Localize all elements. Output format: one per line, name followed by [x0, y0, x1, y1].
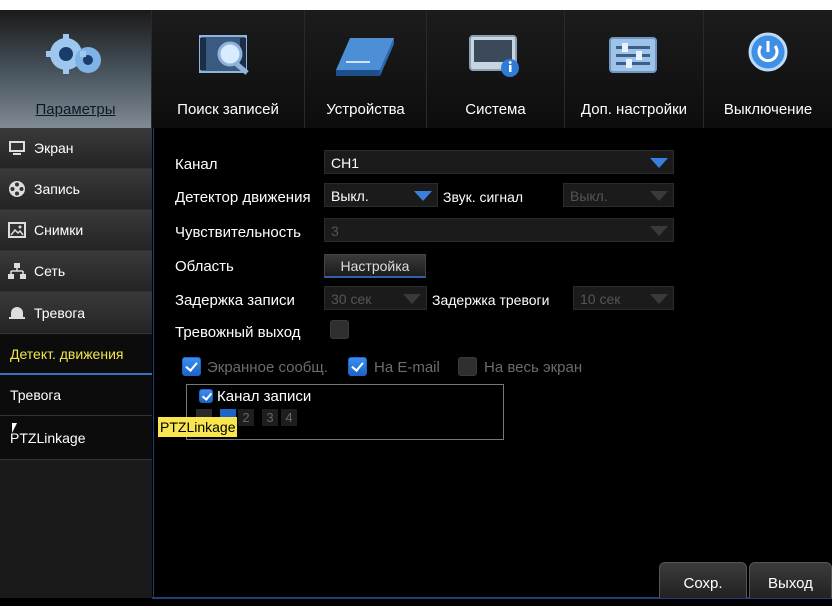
top-navigation: Параметры Поиск записей Устройства Систе… — [0, 0, 832, 128]
alarm-output-label: Тревожный выход — [175, 324, 301, 341]
sidebar-subitem-alarm[interactable]: Тревога — [0, 375, 152, 416]
sidebar-subitem-label: Тревога — [10, 387, 61, 403]
buzzer-value: Выкл. — [570, 188, 608, 204]
exit-button[interactable]: Выход — [749, 562, 832, 598]
save-button[interactable]: Сохр. — [659, 562, 747, 598]
hdd-icon — [335, 38, 394, 76]
tab-label: Выключение — [723, 101, 813, 118]
tab-label: Поиск записей — [177, 101, 279, 118]
snapshot-icon — [8, 222, 26, 238]
sensitivity-value: 3 — [331, 223, 339, 239]
sidebar-item-record[interactable]: Запись — [0, 169, 152, 210]
tab-parameters[interactable]: Параметры — [0, 10, 152, 128]
advanced-settings-icon — [609, 37, 657, 73]
motion-detect-select[interactable]: Выкл. — [324, 183, 438, 207]
tab-shutdown[interactable]: Выключение — [704, 10, 832, 128]
tooltip: PTZLinkage — [158, 417, 238, 437]
sensitivity-label: Чувствительность — [175, 224, 301, 241]
screen-message-label: Экранное сообщ. — [207, 359, 328, 376]
chevron-down-icon — [650, 158, 668, 168]
record-delay-label: Задержка записи — [175, 292, 295, 309]
screen-message-checkbox[interactable] — [182, 357, 201, 376]
email-label: На E-mail — [374, 359, 440, 376]
system-info-icon — [468, 35, 519, 77]
sidebar-empty-area — [0, 460, 152, 598]
fullscreen-label: На весь экран — [484, 359, 583, 376]
sensitivity-select[interactable]: 3 — [324, 218, 674, 242]
power-icon — [748, 32, 788, 72]
sidebar-item-label: Экран — [34, 140, 74, 156]
tab-label: Устройства — [326, 101, 405, 118]
tab-label: Параметры — [35, 101, 116, 118]
record-delay-select[interactable]: 30 сек — [324, 286, 427, 310]
record-channel-checkbox[interactable] — [199, 389, 213, 403]
sidebar-item-label: Снимки — [34, 222, 84, 238]
buzzer-label: Звук. сигнал — [443, 189, 524, 205]
channel-select[interactable]: CH1 — [324, 150, 674, 174]
record-channel-label: Канал записи — [217, 388, 312, 405]
sidebar-item-alarm[interactable]: Тревога — [0, 292, 152, 334]
sidebar-item-screen[interactable]: Экран — [0, 128, 152, 169]
gears-icon — [45, 34, 101, 74]
tab-search-records[interactable]: Поиск записей — [152, 10, 305, 128]
sidebar-subitem-motion-detect[interactable]: Детект. движения — [0, 335, 152, 374]
mouse-cursor — [12, 423, 17, 433]
film-reel-icon — [9, 181, 25, 197]
channel-4-toggle[interactable]: 4 — [281, 409, 297, 426]
chevron-down-icon — [414, 191, 432, 201]
chevron-down-icon — [650, 294, 668, 304]
record-delay-value: 30 сек — [331, 291, 372, 307]
alarm-bell-icon — [9, 306, 25, 319]
channel-value: CH1 — [331, 155, 360, 171]
chevron-down-icon — [650, 191, 668, 201]
sidebar-item-network[interactable]: Сеть — [0, 251, 152, 292]
search-records-icon — [199, 35, 249, 75]
buzzer-select[interactable]: Выкл. — [563, 183, 674, 207]
channel-label: Канал — [175, 156, 218, 173]
motion-detect-value: Выкл. — [331, 188, 369, 204]
alarm-delay-select[interactable]: 10 сек — [573, 286, 674, 310]
tab-label: Доп. настройки — [580, 101, 688, 118]
sidebar: Экран Запись Снимки Сеть Тревога Детект.… — [0, 128, 152, 598]
motion-detect-label: Детектор движения — [175, 189, 311, 206]
area-label: Область — [175, 258, 234, 275]
monitor-icon — [9, 141, 25, 155]
sidebar-subitem-ptzlinkage[interactable]: PTZLinkage — [0, 416, 152, 460]
channel-3-toggle[interactable]: 3 — [262, 409, 278, 426]
area-setup-button[interactable]: Настройка — [324, 254, 426, 278]
alarm-delay-value: 10 сек — [580, 291, 621, 307]
sidebar-subitem-label: Детект. движения — [10, 346, 124, 362]
email-checkbox[interactable] — [348, 357, 367, 376]
sidebar-item-label: Сеть — [34, 263, 66, 279]
alarm-output-checkbox[interactable] — [330, 320, 349, 339]
sidebar-item-snapshots[interactable]: Снимки — [0, 210, 152, 251]
alarm-delay-label: Задержка тревоги — [432, 292, 550, 308]
sidebar-item-label: Запись — [34, 181, 80, 197]
chevron-down-icon — [403, 294, 421, 304]
tab-devices[interactable]: Устройства — [305, 10, 427, 128]
tab-system[interactable]: Система — [427, 10, 565, 128]
chevron-down-icon — [650, 226, 668, 236]
tab-advanced-settings[interactable]: Доп. настройки — [565, 10, 704, 128]
sidebar-item-label: Тревога — [34, 304, 85, 321]
channel-2-toggle[interactable]: 2 — [238, 409, 254, 426]
tab-label: Система — [465, 101, 526, 118]
sidebar-subitem-label: PTZLinkage — [10, 429, 86, 446]
top-strip — [0, 0, 832, 10]
fullscreen-checkbox[interactable] — [458, 357, 477, 376]
network-icon — [8, 263, 26, 279]
